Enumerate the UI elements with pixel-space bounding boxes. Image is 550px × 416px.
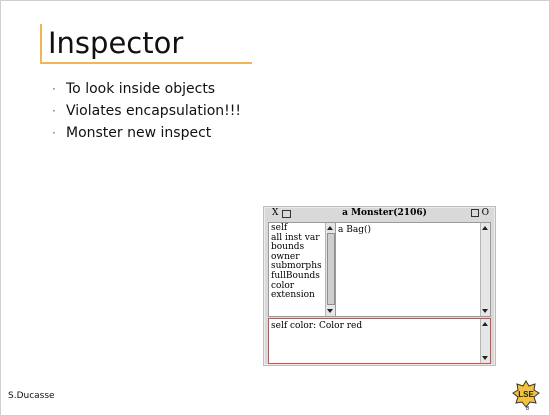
scroll-thumb[interactable] — [327, 233, 335, 305]
scroll-up-icon[interactable] — [482, 322, 488, 326]
bullet-text: Violates encapsulation!!! — [66, 103, 241, 119]
expand-icon[interactable]: O — [482, 208, 489, 218]
fields-list-pane[interactable]: self all inst var bounds owner submorphs… — [268, 222, 336, 317]
fields-scrollbar[interactable] — [325, 223, 335, 316]
bullet-text: Monster new inspect — [66, 125, 212, 141]
author-label: S.Ducasse — [8, 391, 55, 401]
bullet-list: · To look inside objects · Violates enca… — [52, 78, 241, 144]
value-text: a Bag() — [338, 225, 371, 235]
scroll-up-icon[interactable] — [327, 226, 333, 230]
slide-title: Inspector — [48, 26, 184, 60]
title-accent-bar — [40, 24, 42, 64]
scroll-down-icon[interactable] — [482, 356, 488, 360]
scroll-down-icon[interactable] — [482, 309, 488, 313]
bullet-text: To look inside objects — [66, 81, 216, 97]
bullet-item: · Violates encapsulation!!! — [52, 100, 241, 122]
scroll-down-icon[interactable] — [327, 309, 333, 313]
evaluation-text[interactable]: self color: Color red — [269, 319, 490, 331]
evaluation-pane[interactable]: self color: Color red — [268, 318, 491, 364]
eval-scrollbar[interactable] — [480, 319, 490, 363]
bullet-item: · Monster new inspect — [52, 122, 241, 144]
window-menu-icon[interactable] — [471, 209, 479, 217]
logo-text: LSE — [518, 390, 534, 399]
window-title: a Monster(2106) — [342, 208, 427, 218]
bullet-dot-icon: · — [52, 82, 56, 96]
window-titlebar[interactable]: X a Monster(2106) O — [264, 207, 495, 221]
bullet-item: · To look inside objects — [52, 78, 241, 100]
scroll-up-icon[interactable] — [482, 226, 488, 230]
bullet-dot-icon: · — [52, 126, 56, 140]
value-pane[interactable]: a Bag() — [335, 222, 491, 317]
inspector-window: X a Monster(2106) O self all inst var bo… — [263, 206, 496, 366]
value-scrollbar[interactable] — [480, 223, 490, 316]
page-number: 8 — [526, 406, 530, 412]
title-underline — [40, 62, 252, 64]
lse-logo: LSE — [512, 380, 540, 408]
bullet-dot-icon: · — [52, 104, 56, 118]
